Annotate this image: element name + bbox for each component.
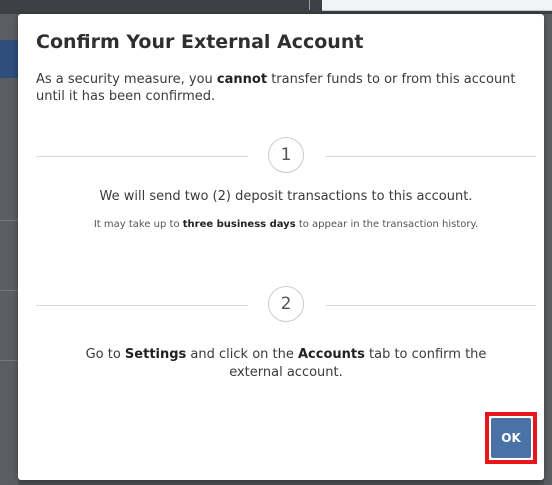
step-2-text: Go to Settings and click on the Accounts…: [58, 346, 514, 382]
divider-rule: [36, 156, 248, 157]
step-1-subtext-end: to appear in the transaction history.: [295, 219, 479, 230]
step-2-text-start: Go to: [85, 347, 125, 362]
divider-rule: [326, 305, 536, 306]
modal-title: Confirm Your External Account: [36, 31, 364, 53]
step-1-subtext-emphasis: three business days: [182, 219, 296, 230]
step-1-subtext-start: It may take up to: [93, 219, 183, 230]
accounts-emphasis: Accounts: [298, 347, 365, 362]
step-1-divider: 1: [36, 137, 536, 177]
intro-text-start: As a security measure, you: [36, 72, 217, 87]
divider-rule: [36, 305, 248, 306]
step-2-number-circle: 2: [268, 286, 304, 322]
step-2-text-middle: and click on the: [186, 347, 298, 362]
background-sidebar-accent: [0, 40, 18, 78]
settings-emphasis: Settings: [124, 347, 187, 362]
step-1-text: We will send two (2) deposit transaction…: [99, 189, 473, 204]
step-1-subtext: It may take up to three business days to…: [36, 218, 536, 232]
background-row-divider: [0, 360, 18, 361]
confirm-external-account-modal: Confirm Your External Account As a secur…: [18, 14, 544, 480]
step-2-divider: 2: [36, 286, 536, 326]
ok-button[interactable]: OK: [491, 418, 531, 458]
background-right-edge: [544, 14, 552, 485]
divider-rule: [326, 156, 536, 157]
background-sidebar: [0, 14, 18, 485]
background-input: [322, 0, 552, 11]
background-row-divider: [0, 220, 18, 221]
modal-intro-text: As a security measure, you cannot transf…: [36, 71, 536, 105]
background-divider: [309, 0, 310, 10]
intro-emphasis: cannot: [216, 72, 268, 87]
background-row-divider: [0, 290, 18, 291]
step-1-number-circle: 1: [268, 137, 304, 173]
